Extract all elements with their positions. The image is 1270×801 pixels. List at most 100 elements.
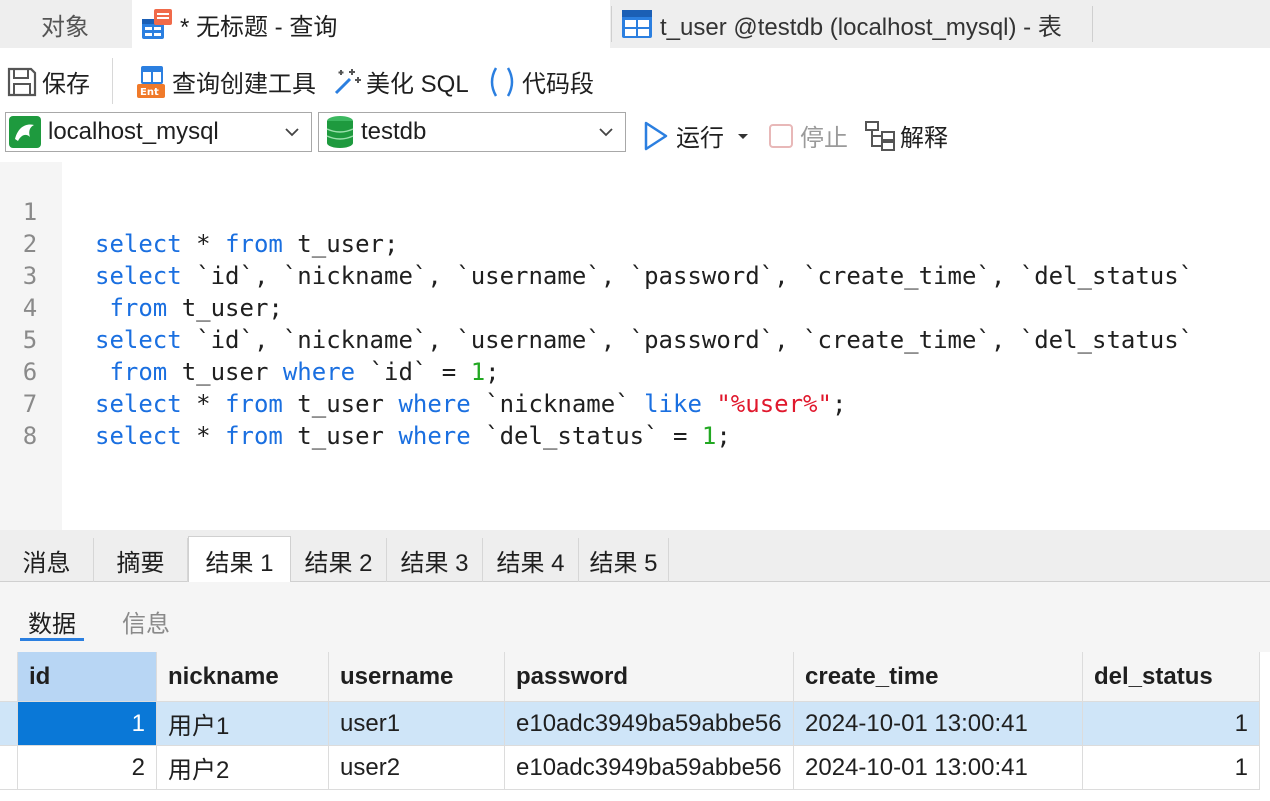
mysql-connection-icon [9,116,41,148]
query-tab-icon [142,9,172,39]
column-header-create-time[interactable]: create_time [794,652,1083,702]
table-cell[interactable]: e10adc3949ba59abbe56 [505,702,794,746]
tab-summary[interactable]: 摘要 [94,538,188,582]
table-cell[interactable]: 1 [18,702,157,746]
cell-value: 2024-10-01 13:00:41 [805,753,1028,781]
tab-label: 结果 5 [589,549,658,577]
code-line: 8 [0,388,1270,450]
active-subtab-indicator [20,638,84,641]
tab-query-label: * 无标题 - 查询 [180,13,338,41]
tab-label: 消息 [22,549,71,577]
run-button[interactable]: 运行 [642,118,752,153]
table-cell[interactable]: 2024-10-01 13:00:41 [794,746,1083,790]
cell-value: 1 [1234,709,1248,737]
play-icon [644,121,668,150]
save-button[interactable]: 保存 [6,64,90,99]
code-snippet-button[interactable]: 代码段 [486,64,594,99]
query-builder-icon: Ent [137,65,165,98]
tab-label: 结果 1 [205,549,274,577]
explain-button[interactable]: 解释 [864,118,948,153]
tab-messages[interactable]: 消息 [0,538,94,582]
save-label: 保存 [42,71,90,98]
result-tabs: 消息 摘要 结果 1 结果 2 结果 3 结果 4 结果 5 [0,530,1270,583]
cell-value: user1 [340,709,401,737]
column-header-label: username [340,662,454,690]
column-header-label: del_status [1094,662,1213,690]
code-line: 2 select `id`, `nickname`, `username`, `… [0,196,1270,290]
cell-value: e10adc3949ba59abbe56 [516,753,782,781]
tab-result-4[interactable]: 结果 4 [483,538,579,582]
query-builder-label: 查询创建工具 [172,71,316,98]
table-cell[interactable]: user1 [329,702,505,746]
cell-value: 2024-10-01 13:00:41 [805,709,1028,737]
column-header-label: nickname [168,662,279,690]
table-cell[interactable]: 1 [1083,746,1260,790]
column-header-username[interactable]: username [329,652,505,702]
table-cell[interactable]: 1 [1083,702,1260,746]
connection-select[interactable]: localhost_mysql [5,112,312,152]
result-grid: id nickname username password create_tim… [0,652,1270,801]
table-tab-icon [622,10,652,38]
tab-result-5[interactable]: 结果 5 [579,538,669,582]
row-header-corner [0,652,18,702]
cell-value: user2 [340,753,401,781]
chevron-down-icon [285,128,299,137]
tab-label: 摘要 [116,549,165,577]
tab-table-label: t_user @testdb (localhost_mysql) - 表 [660,13,1062,41]
stop-label: 停止 [800,125,848,152]
column-header-nickname[interactable]: nickname [157,652,329,702]
cell-value: 1 [1234,753,1248,781]
beautify-sql-button[interactable]: 美化 SQL [332,64,469,99]
column-header-id[interactable]: id [18,652,157,702]
tab-table[interactable]: t_user @testdb (localhost_mysql) - 表 [612,0,1092,48]
tab-divider [1092,6,1093,42]
toolbar-divider [112,58,113,104]
line-number: 8 [22,422,38,450]
snippet-icon [490,66,514,97]
table-cell[interactable]: 2 [18,746,157,790]
save-icon [7,67,37,96]
row-selector[interactable] [0,702,18,746]
code-line: 6 select * from t_user where `nickname` … [0,324,1270,418]
run-label: 运行 [676,125,724,152]
column-header-label: create_time [805,662,939,690]
table-cell[interactable]: user2 [329,746,505,790]
tab-objects[interactable]: 对象 [0,0,130,48]
code-line: 1 select * from t_user; [0,164,1270,258]
cell-value: 1 [131,709,145,737]
cell-value: 2 [131,753,145,781]
sql-editor[interactable]: 1 select * from t_user; 2 select `id`, `… [0,162,1270,530]
svg-text:Ent: Ent [140,87,159,98]
cell-value: 用户2 [168,757,230,784]
table-cell[interactable]: 用户1 [157,702,329,746]
column-header-password[interactable]: password [505,652,794,702]
column-header-label: password [516,662,629,690]
tab-query[interactable]: * 无标题 - 查询 [132,0,610,48]
tab-result-3[interactable]: 结果 3 [387,538,483,582]
database-value: testdb [361,118,427,145]
table-cell[interactable]: 2024-10-01 13:00:41 [794,702,1083,746]
tab-objects-label: 对象 [41,13,89,41]
column-header-label: id [29,662,51,690]
stop-button[interactable]: 停止 [768,118,848,153]
tab-result-1[interactable]: 结果 1 [188,536,291,583]
query-builder-button[interactable]: Ent 查询创建工具 [136,64,316,99]
tab-result-2[interactable]: 结果 2 [291,538,387,582]
cell-value: e10adc3949ba59abbe56 [516,709,782,737]
tab-label: 结果 3 [400,549,469,577]
code-line: 7 select * from t_user where `del_status… [0,356,1270,450]
column-header-del-status[interactable]: del_status [1083,652,1260,702]
tab-label: 结果 4 [496,549,565,577]
query-toolbar: 保存 Ent 查询创建工具 美化 SQL 代码段 localhost_mysql… [0,48,1270,160]
row-selector[interactable] [0,746,18,790]
code-line: 5 from t_user where `id` = 1; [0,292,1270,386]
table-cell[interactable]: e10adc3949ba59abbe56 [505,746,794,790]
subtab-info[interactable]: 信息 [122,604,170,639]
database-select[interactable]: testdb [318,112,626,152]
run-dropdown-icon[interactable] [734,127,752,145]
code-text: select * from t_user where `del_status` … [95,422,731,450]
tab-label: 结果 2 [304,549,373,577]
subtab-data[interactable]: 数据 [28,604,76,639]
magic-wand-icon [334,68,361,94]
table-cell[interactable]: 用户2 [157,746,329,790]
